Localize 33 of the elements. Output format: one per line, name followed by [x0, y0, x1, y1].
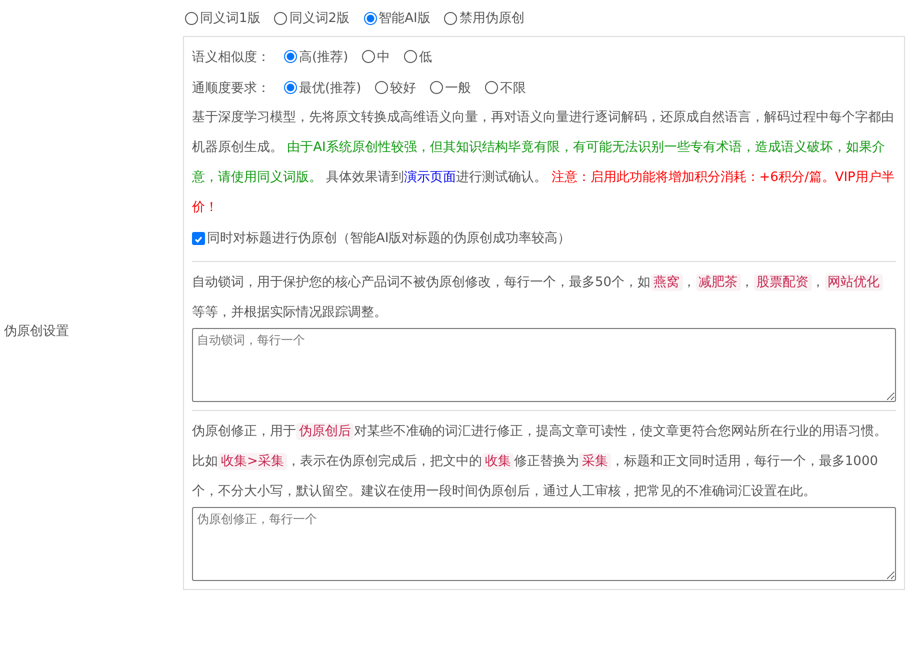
- lock-words-field[interactable]: 自动锁词，每行一个: [192, 328, 896, 402]
- section-label: 伪原创设置: [4, 323, 69, 340]
- demo-page-link[interactable]: 演示页面: [404, 170, 456, 185]
- checkbox-label[interactable]: 同时对标题进行伪原创（智能AI版对标题的伪原创成功率较高）: [207, 229, 571, 247]
- radio-button[interactable]: [375, 81, 388, 94]
- radio-button[interactable]: [362, 50, 376, 63]
- lock-words-description: 自动锁词，用于保护您的核心产品词不被伪原创修改，每行一个，最多50个，如 燕窝 ， 减肥茶 ， 股票配资 ， 网站优化 等等，并根据实际情况跟踪调整。: [192, 268, 896, 328]
- radio-button[interactable]: [274, 12, 288, 24]
- radio-button[interactable]: [284, 81, 297, 94]
- ai-description: 基于深度学习模型，先将原文转换成高维语义向量，再对语义向量进行逐词解码，还原成自然语言，解码过程中每个字都由机器原创生成。 由于AI系统原创性较强，但其知识结构毕竟有限，有可能无法识别一些专有术语，造成语义破坏，如果介意，请使用同义词版。 具体效果请到演示页面进行测试确认。 注意：启用此功能将增加积分消耗：+6积分/篇。VIP用户半价！: [192, 109, 896, 217]
- radio-button[interactable]: [444, 12, 458, 24]
- radio-button[interactable]: [404, 50, 418, 63]
- radio-label[interactable]: 同义词1版: [200, 9, 260, 27]
- radio-button[interactable]: [185, 12, 198, 24]
- radio-label[interactable]: 低: [419, 48, 432, 66]
- radio-label[interactable]: 一般: [445, 78, 472, 96]
- radio-button[interactable]: [430, 81, 444, 94]
- field-label: 语义相似度：: [192, 48, 270, 66]
- radio-button[interactable]: [485, 81, 498, 94]
- corrections-description: 伪原创修正，用于 伪原创后 对某些不准确的词汇进行修正，提高文章可读性，使文章更符合您网站所在行业的用语习惯。比如 收集>采集 ，表示在伪原创完成后，把文中的 收集 修正替换为 采集 ，标题和正文同时适用，每行一个，最多1000个，不分大小写，默认留空。建议在使用一段时间伪原创后，通过人工审核，把常见的不准确词汇设置在此。: [192, 422, 888, 501]
- radio-label[interactable]: 同义词2版: [289, 9, 350, 27]
- radio-button[interactable]: [364, 12, 377, 24]
- field-label: 通顺度要求：: [192, 80, 270, 96]
- radio-button[interactable]: [284, 50, 297, 63]
- corrections-field[interactable]: 伪原创修正，每行一个: [192, 507, 896, 581]
- radio-label[interactable]: 最优(推荐): [299, 78, 362, 96]
- checkbox[interactable]: [192, 232, 205, 244]
- radio-label[interactable]: 较好: [390, 78, 416, 96]
- radio-label[interactable]: 禁用伪原创: [459, 9, 524, 27]
- radio-label[interactable]: 智能AI版: [378, 9, 430, 27]
- radio-label[interactable]: 高(推荐): [299, 48, 348, 66]
- radio-label[interactable]: 不限: [500, 78, 526, 96]
- radio-label[interactable]: 中: [377, 48, 390, 66]
